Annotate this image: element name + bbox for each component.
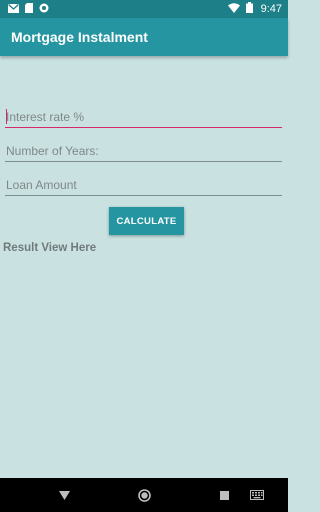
status-bar: 9:47 xyxy=(0,0,288,18)
gmail-icon xyxy=(8,0,19,18)
calculate-button[interactable]: CALCULATE xyxy=(109,207,184,235)
keyboard-icon[interactable] xyxy=(246,478,268,512)
sd-card-icon xyxy=(25,0,33,18)
battery-icon xyxy=(245,0,253,18)
home-icon[interactable] xyxy=(132,478,156,512)
clock-time: 9:47 xyxy=(260,3,282,15)
navigation-bar xyxy=(0,478,288,512)
result-text: Result View Here xyxy=(3,242,97,254)
recents-icon[interactable] xyxy=(212,478,236,512)
app-title: Mortgage Instalment xyxy=(11,29,148,45)
app-bar: Mortgage Instalment xyxy=(0,18,288,56)
text-cursor xyxy=(6,109,7,124)
loan-amount-input[interactable] xyxy=(5,174,282,196)
interest-rate-input[interactable] xyxy=(5,106,282,128)
wifi-icon xyxy=(227,0,240,18)
sync-circle-icon xyxy=(39,0,49,18)
number-of-years-input[interactable] xyxy=(5,140,282,162)
back-icon[interactable] xyxy=(52,478,76,512)
